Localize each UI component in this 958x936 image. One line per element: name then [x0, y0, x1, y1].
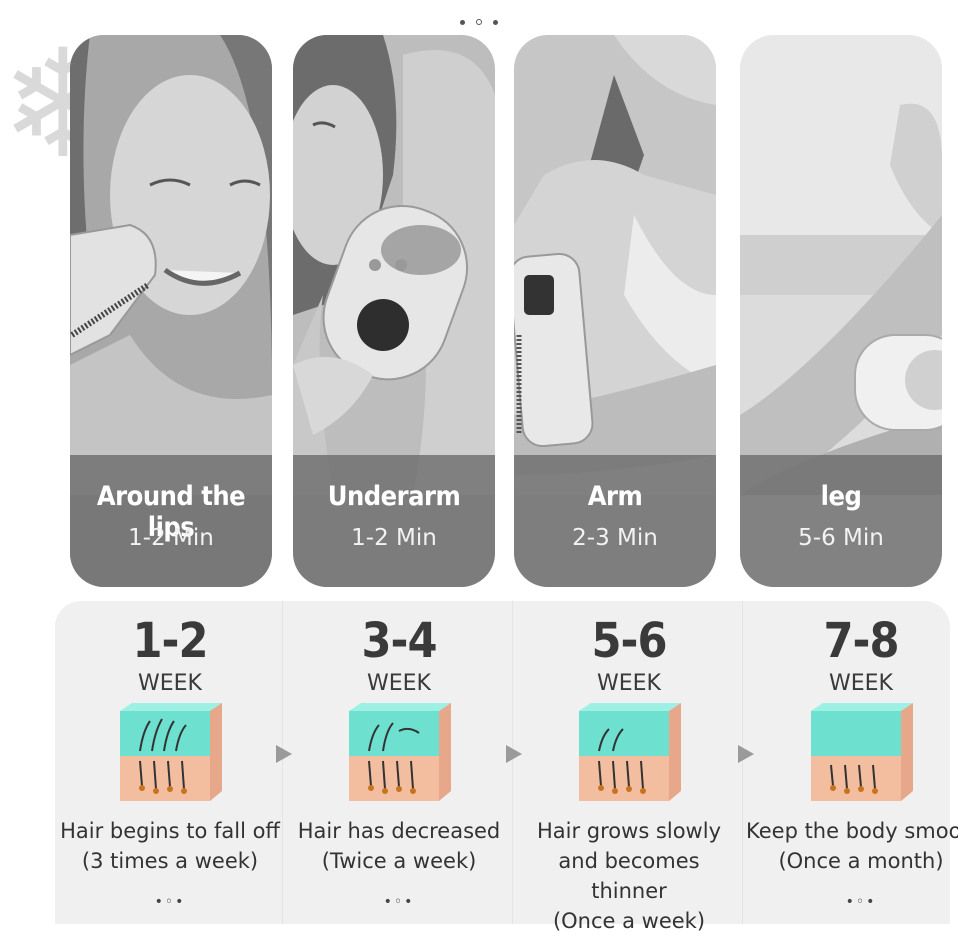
stage-description: Hair has decreased: [297, 819, 501, 843]
stage-frequency: (Twice a week): [321, 849, 477, 873]
more-dots: •◦•: [845, 894, 877, 910]
area-name: Arm: [587, 481, 643, 512]
more-dots: •◦•: [154, 894, 186, 910]
stage-week-1-2: 1-2 WEEK Hair begins to fall off (3 time…: [55, 601, 285, 924]
area-card-leg: leg 5-6 Min: [740, 35, 942, 587]
stage-frequency: (Once a month): [778, 849, 944, 873]
skin-hair-icon: [811, 703, 913, 801]
stage-unit: WEEK: [597, 671, 661, 696]
stage-description-block: Hair has decreased (Twice a week): [284, 816, 514, 876]
carousel-dot-1[interactable]: [459, 20, 465, 25]
carousel-dot-3[interactable]: [493, 20, 499, 25]
stage-description-block: Hair begins to fall off (3 times a week): [55, 816, 285, 876]
stage-range: 5-6: [591, 613, 667, 669]
stage-unit: WEEK: [138, 671, 202, 696]
stage-week-5-6: 5-6 WEEK Hair grows slowly and becomes t…: [514, 601, 744, 933]
skin-hair-icon: [349, 703, 451, 801]
area-caption-band: [514, 455, 716, 587]
stage-frequency: (Once a week): [552, 909, 706, 933]
more-dots: •◦•: [383, 894, 415, 910]
stage-range: 7-8: [823, 613, 899, 669]
stage-week-3-4: 3-4 WEEK Hair has decreased (Twice a wee…: [284, 601, 514, 924]
skin-hair-icon: [120, 703, 222, 801]
area-duration: 2-3 Min: [572, 525, 658, 551]
area-caption-band: [740, 455, 942, 587]
area-card-underarm: Underarm 1-2 Min: [293, 35, 495, 587]
stage-description-block: Hair grows slowly and becomes thinner (O…: [514, 816, 744, 936]
area-duration: 5-6 Min: [798, 525, 884, 551]
area-name: leg: [820, 481, 862, 512]
carousel-dots[interactable]: [0, 10, 958, 25]
stage-unit: WEEK: [829, 671, 893, 696]
area-caption-band: [293, 455, 495, 587]
area-duration: 1-2 Min: [128, 525, 214, 551]
stage-description: Hair begins to fall off: [60, 819, 280, 843]
skin-hair-icon: [579, 703, 681, 801]
area-duration: 1-2 Min: [351, 525, 437, 551]
carousel-dot-2[interactable]: [476, 19, 482, 25]
stage-description-block: Keep the body smooth (Once a month): [746, 816, 958, 876]
stage-frequency: (3 times a week): [81, 849, 259, 873]
area-card-lips: Around the lips 1-2 Min: [70, 35, 272, 587]
stage-unit: WEEK: [367, 671, 431, 696]
stage-range: 1-2: [132, 613, 208, 669]
area-card-arm: Arm 2-3 Min: [514, 35, 716, 587]
area-name: Underarm: [327, 481, 461, 512]
stage-range: 3-4: [361, 613, 437, 669]
stage-description: Hair grows slowly and becomes thinner: [536, 819, 721, 903]
stage-week-7-8: 7-8 WEEK Keep the body smooth (Once a mo…: [746, 601, 958, 924]
stage-description: Keep the body smooth: [746, 819, 958, 843]
